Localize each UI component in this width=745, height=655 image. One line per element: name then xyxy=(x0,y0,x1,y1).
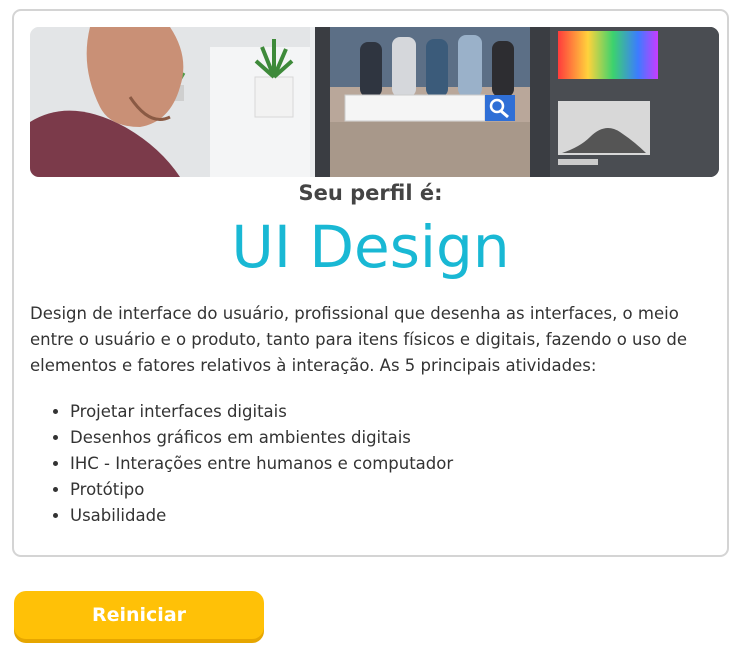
profile-description: Design de interface do usuário, profissi… xyxy=(30,304,688,375)
profile-title: UI Design xyxy=(231,213,510,281)
restart-button[interactable]: Reiniciar xyxy=(14,591,264,639)
list-item: Projetar interfaces digitais xyxy=(70,399,453,425)
result-card: Seu perfil é: UI Design Design de interf… xyxy=(12,9,729,557)
activities-list: Projetar interfaces digitais Desenhos gr… xyxy=(30,399,453,529)
list-item: Protótipo xyxy=(70,477,453,503)
profile-subtitle: Seu perfil é: xyxy=(298,181,443,205)
list-item: IHC - Interações entre humanos e computa… xyxy=(70,451,453,477)
list-item: Usabilidade xyxy=(70,503,453,529)
list-item: Desenhos gráficos em ambientes digitais xyxy=(70,425,453,451)
hero-image xyxy=(30,27,719,177)
